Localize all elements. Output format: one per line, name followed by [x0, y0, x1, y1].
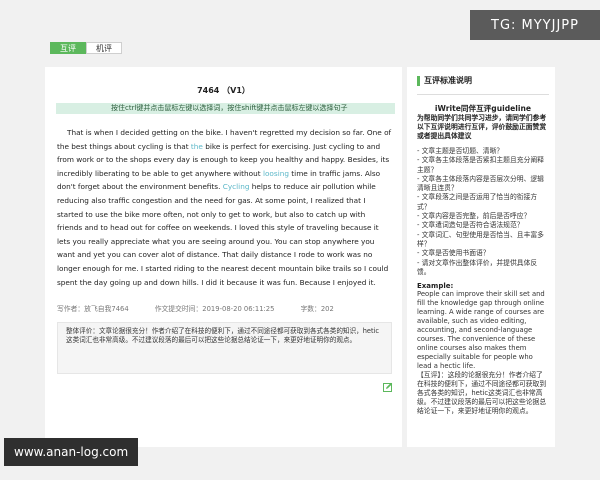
word-count: 字数：202: [300, 305, 334, 314]
guideline-intro: 为帮助同学们共同学习进步，请同学们参考以下互评说明进行互评，评价鼓励正面赞赏或者…: [417, 114, 547, 140]
guideline-criteria-list: - 文章主题是否切题、清晰？ - 文章各主体段落是否紧扣主题且充分阐释主题？ -…: [417, 147, 549, 277]
overall-review-box[interactable]: 整体评价：文章论据很充分！作者介绍了在科技的便利下，通过不同途径都可获取到各式各…: [57, 322, 392, 375]
example-comment: 【互评】：这段的论据很充分！作者介绍了在科技的便利下，通过不同途径都可获取到各式…: [417, 371, 547, 416]
divider: [417, 94, 549, 95]
criteria-item: - 请对文章作出整体评价，并提供具体反馈。: [417, 258, 538, 276]
submit-time: 作文提交时间：2019-08-20 06:11:25: [154, 305, 275, 314]
essay-body[interactable]: That is when I decided getting on the bi…: [57, 126, 392, 289]
example-label: Example:: [417, 282, 454, 291]
essay-text: helps to reduce air pollution while redu…: [57, 182, 389, 287]
guideline-header-label: 互评标准说明: [424, 76, 472, 85]
highlighted-word[interactable]: Cycling: [223, 182, 250, 191]
criteria-item: - 文章内容是否完整，前后是否呼应？: [417, 212, 531, 221]
criteria-item: - 文章各主体段落内容是否层次分明、逻辑清晰且连贯？: [417, 174, 544, 193]
guideline-panel: 互评标准说明 iWrite同伴互评guideline 为帮助同学们共同学习进步，…: [407, 67, 555, 447]
criteria-item: - 文章主题是否切题、清晰？: [417, 147, 504, 155]
example-text: People can improve their skill set and f…: [417, 290, 545, 371]
guideline-title: iWrite同伴互评guideline: [434, 104, 532, 113]
tab-machine-review[interactable]: 机评: [86, 42, 122, 54]
criteria-item: - 文章遣词造句是否符合语法规范？: [417, 221, 524, 230]
essay-panel: 7464 （V1） 按住ctrl键并点击鼠标左键以选择词，按住shift键并点击…: [45, 67, 402, 447]
criteria-item: - 文章段落之间是否运用了恰当的衔接方式？: [417, 193, 538, 211]
watermark-bottom: www.anan-log.com: [4, 438, 139, 466]
highlighted-word[interactable]: loosing: [263, 169, 289, 178]
criteria-item: - 文章是否使用书面语？: [417, 249, 490, 258]
highlighted-word[interactable]: the: [191, 142, 203, 151]
essay-meta: 写作者：放飞自我7464 作文提交时间：2019-08-20 06:11:25 …: [57, 303, 390, 313]
criteria-item: - 文章词汇、句型使用是否恰当、且丰富多样？: [417, 230, 544, 248]
tab-peer-review[interactable]: 互评: [50, 42, 86, 54]
guideline-header: 互评标准说明: [417, 75, 549, 86]
watermark-top: TG: MYYJJPP: [470, 10, 600, 40]
header-accent-bar: [417, 75, 420, 86]
tab-bar: 互评 机评: [50, 42, 122, 54]
edit-icon[interactable]: [383, 382, 393, 392]
selection-instruction: 按住ctrl键并点击鼠标左键以选择词，按住shift键并点击鼠标左键以选择句子: [56, 103, 395, 114]
criteria-item: - 文章各主体段落是否紧扣主题且充分阐释主题？: [417, 156, 544, 174]
author-label: 写作者：放飞自我7464: [57, 305, 129, 314]
essay-title: 7464 （V1）: [197, 86, 250, 95]
